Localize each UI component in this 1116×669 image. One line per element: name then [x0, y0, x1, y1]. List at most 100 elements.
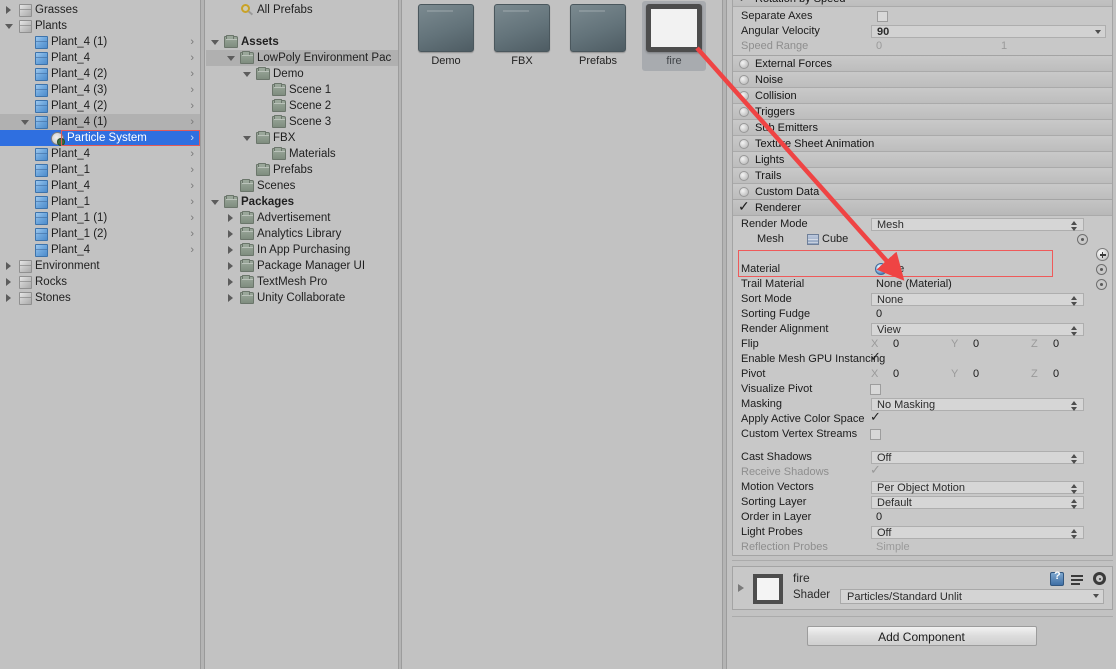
stepper-icon[interactable] — [1071, 484, 1078, 494]
row-separate-axes[interactable]: Separate Axes — [733, 9, 1112, 24]
collapse-arrow-icon[interactable] — [243, 72, 251, 77]
project-item-materials[interactable]: Materials — [206, 146, 398, 162]
stepper-icon[interactable] — [1071, 296, 1078, 306]
row-light-probes[interactable]: Light Probes Off — [733, 525, 1112, 540]
collapse-arrow-icon[interactable] — [227, 56, 235, 61]
hierarchy-divider[interactable] — [200, 0, 205, 669]
gpu-instancing-checkbox[interactable] — [870, 350, 881, 365]
stepper-icon[interactable] — [1071, 401, 1078, 411]
prefab-chevron-icon[interactable]: › — [190, 34, 194, 50]
hierarchy-item-plant-1[interactable]: Plant_1 › — [0, 162, 200, 178]
expand-arrow-icon[interactable] — [6, 278, 11, 286]
stepper-icon[interactable] — [1071, 326, 1078, 336]
hierarchy-item-particle-system[interactable]: Particle System › — [0, 130, 200, 146]
hierarchy-item-plants[interactable]: Plants — [0, 18, 200, 34]
row-mesh[interactable]: Mesh Cube — [733, 232, 1112, 247]
asset-item-fbx[interactable]: FBX — [484, 4, 560, 67]
row-flip[interactable]: Flip X 0 Y 0 Z 0 — [733, 337, 1112, 352]
render-mode-dropdown[interactable]: Mesh — [871, 218, 1084, 231]
project-item-scene-2[interactable]: Scene 2 — [206, 98, 398, 114]
prefab-chevron-icon[interactable]: › — [190, 242, 194, 258]
hierarchy-item-plant-4-2[interactable]: Plant_4 (2) › — [0, 98, 200, 114]
row-custom-vertex-streams[interactable]: Custom Vertex Streams — [733, 427, 1112, 442]
motion-vectors-dropdown[interactable]: Per Object Motion — [871, 481, 1084, 494]
project-item-all-prefabs[interactable]: All Prefabs — [206, 2, 398, 18]
hierarchy-item-plant-4[interactable]: Plant_4 › — [0, 146, 200, 162]
asset-item-demo[interactable]: Demo — [408, 4, 484, 67]
collapse-arrow-icon[interactable] — [5, 24, 13, 29]
project-item-demo[interactable]: Demo — [206, 66, 398, 82]
chevron-down-icon[interactable] — [1093, 594, 1099, 598]
project-item-textmesh-pro[interactable]: TextMesh Pro — [206, 274, 398, 290]
module-header-external-forces[interactable]: External Forces — [733, 56, 1112, 72]
row-order-in-layer[interactable]: Order in Layer 0 — [733, 510, 1112, 525]
row-visualize-pivot[interactable]: Visualize Pivot — [733, 382, 1112, 397]
module-header-rotation-by-speed[interactable]: ✓ Rotation by Speed — [733, 0, 1112, 7]
add-component-button[interactable]: Add Component — [806, 626, 1037, 646]
project-item-scene-3[interactable]: Scene 3 — [206, 114, 398, 130]
flip-y-value[interactable]: 0 — [973, 337, 979, 352]
project-item-package-manager-ui[interactable]: Package Manager UI — [206, 258, 398, 274]
prefab-chevron-icon[interactable]: › — [190, 226, 194, 242]
flip-z-value[interactable]: 0 — [1053, 337, 1059, 352]
cast-shadows-dropdown[interactable]: Off — [871, 451, 1084, 464]
separate-axes-checkbox[interactable] — [877, 11, 888, 22]
expand-arrow-icon[interactable] — [228, 262, 233, 270]
module-header-lights[interactable]: Lights — [733, 152, 1112, 168]
prefab-chevron-icon[interactable]: › — [190, 178, 194, 194]
module-toggle-icon[interactable] — [739, 139, 749, 149]
project-item-advertisement[interactable]: Advertisement — [206, 210, 398, 226]
object-picker-icon[interactable] — [1077, 234, 1088, 245]
hierarchy-item-plant-4-3[interactable]: Plant_4 (3) › — [0, 82, 200, 98]
module-toggle-icon[interactable] — [739, 155, 749, 165]
expand-arrow-icon[interactable] — [228, 214, 233, 222]
row-cast-shadows[interactable]: Cast Shadows Off — [733, 450, 1112, 465]
row-sorting-layer[interactable]: Sorting Layer Default — [733, 495, 1112, 510]
collapse-arrow-icon[interactable] — [243, 136, 251, 141]
asset-item-fire[interactable]: fire — [636, 1, 712, 71]
project-item-in-app-purchasing[interactable]: In App Purchasing — [206, 242, 398, 258]
apply-color-space-checkbox[interactable] — [870, 410, 881, 425]
flip-x-value[interactable]: 0 — [893, 337, 899, 352]
module-header-triggers[interactable]: Triggers — [733, 104, 1112, 120]
prefab-chevron-icon[interactable]: › — [190, 146, 194, 162]
hierarchy-item-plant-4[interactable]: Plant_4 › — [0, 50, 200, 66]
expand-arrow-icon[interactable] — [6, 294, 11, 302]
object-picker-icon[interactable] — [1096, 279, 1107, 290]
project-item-lowpoly-environment-pac[interactable]: LowPoly Environment Pac — [206, 50, 398, 66]
sort-mode-dropdown[interactable]: None — [871, 293, 1084, 306]
row-sorting-fudge[interactable]: Sorting Fudge 0 — [733, 307, 1112, 322]
module-toggle-icon[interactable] — [739, 59, 749, 69]
prefab-chevron-icon[interactable]: › — [190, 82, 194, 98]
expand-arrow-icon[interactable] — [228, 294, 233, 302]
hierarchy-item-plant-1-2[interactable]: Plant_1 (2) › — [0, 226, 200, 242]
module-header-custom-data[interactable]: Custom Data — [733, 184, 1112, 200]
hierarchy-item-plant-1-1[interactable]: Plant_1 (1) › — [0, 210, 200, 226]
object-picker-icon[interactable] — [1096, 264, 1107, 275]
render-alignment-dropdown[interactable]: View — [871, 323, 1084, 336]
chevron-down-icon[interactable] — [1095, 30, 1101, 34]
project-item-fbx[interactable]: FBX — [206, 130, 398, 146]
hierarchy-item-stones[interactable]: Stones — [0, 290, 200, 306]
prefab-chevron-icon[interactable]: › — [190, 194, 194, 210]
visualize-pivot-checkbox[interactable] — [870, 384, 881, 395]
hierarchy-item-environment[interactable]: Environment — [0, 258, 200, 274]
row-gpu-instancing[interactable]: Enable Mesh GPU Instancing — [733, 350, 1112, 367]
expand-arrow-icon[interactable] — [228, 246, 233, 254]
foldout-arrow-icon[interactable] — [738, 584, 744, 592]
row-angular-velocity[interactable]: Angular Velocity 90 — [733, 24, 1112, 39]
module-toggle-icon[interactable] — [739, 75, 749, 85]
prefab-chevron-icon[interactable]: › — [190, 114, 194, 130]
prefab-chevron-icon[interactable]: › — [190, 162, 194, 178]
row-material-add-slot[interactable] — [733, 247, 1112, 262]
row-sort-mode[interactable]: Sort Mode None — [733, 292, 1112, 307]
collapse-arrow-icon[interactable] — [211, 40, 219, 45]
prefab-chevron-icon[interactable]: › — [190, 98, 194, 114]
pivot-x-value[interactable]: 0 — [893, 367, 899, 382]
preset-icon[interactable] — [1071, 572, 1085, 586]
light-probes-dropdown[interactable]: Off — [871, 526, 1084, 539]
module-header-trails[interactable]: Trails — [733, 168, 1112, 184]
asset-item-prefabs[interactable]: Prefabs — [560, 4, 636, 67]
hierarchy-item-plant-1[interactable]: Plant_1 › — [0, 194, 200, 210]
row-reflection-probes[interactable]: Reflection Probes Simple — [733, 540, 1112, 555]
